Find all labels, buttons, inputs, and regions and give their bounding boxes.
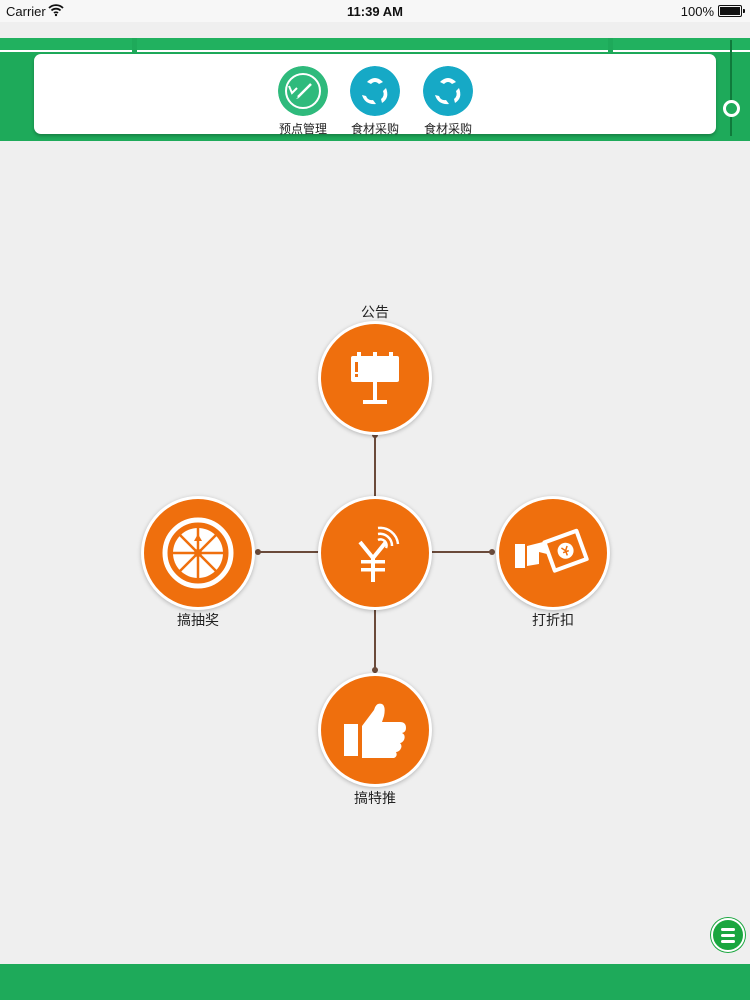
yuan-wireless-icon (358, 526, 400, 582)
menu-node-featured[interactable] (318, 673, 432, 787)
hamburger-menu-button[interactable] (711, 918, 745, 952)
connector-bottom (374, 610, 376, 673)
menu-node-discount[interactable] (496, 496, 610, 610)
quick-action-label: 预点管理 (278, 122, 327, 136)
menu-bar-icon (721, 928, 735, 931)
menu-label-lottery: 搞抽奖 (177, 612, 219, 628)
battery-icon (718, 5, 745, 17)
menu-node-announcement[interactable] (318, 321, 432, 435)
thumbs-up-icon (344, 703, 406, 758)
menu-label-discount: 打折扣 (532, 612, 574, 628)
bottom-bar (0, 964, 750, 1000)
battery-percent: 100% (680, 4, 714, 19)
connector-dot (255, 549, 261, 555)
quick-action-purchase-2[interactable]: 食材采购 (413, 66, 483, 137)
tab-segment[interactable] (0, 38, 132, 52)
side-stripe (730, 40, 732, 136)
discount-cash-icon (515, 528, 589, 573)
recycle-icon (350, 66, 400, 116)
quick-action-label: 食材采购 (423, 122, 472, 136)
menu-label-featured: 搞特推 (354, 790, 396, 806)
billboard-icon (351, 352, 399, 404)
menu-bar-icon (721, 934, 735, 937)
tab-segment[interactable] (137, 38, 608, 52)
edit-refresh-icon (278, 66, 328, 116)
menu-node-lottery[interactable] (141, 496, 255, 610)
quick-actions-card: 预点管理 食材采购 食材采购 (34, 54, 716, 137)
menu-node-center[interactable] (318, 496, 432, 610)
connector-dot (489, 549, 495, 555)
side-toggle-button[interactable] (723, 100, 740, 117)
header-band: 预点管理 食材采购 食材采购 (0, 38, 750, 141)
quick-action-preorder[interactable]: 预点管理 (268, 66, 338, 137)
connector-left (257, 551, 319, 553)
clock: 11:39 AM (347, 4, 403, 19)
menu-bar-icon (721, 940, 735, 943)
quick-action-purchase[interactable]: 食材采购 (340, 66, 410, 137)
quick-action-label: 食材采购 (350, 122, 399, 136)
status-bar: Carrier 11:39 AM 100% (0, 0, 750, 22)
connector-top (374, 435, 376, 498)
recycle-icon (423, 66, 473, 116)
menu-label-announcement: 公告 (361, 304, 389, 320)
prize-wheel-icon (162, 517, 234, 589)
connector-right (432, 551, 494, 553)
